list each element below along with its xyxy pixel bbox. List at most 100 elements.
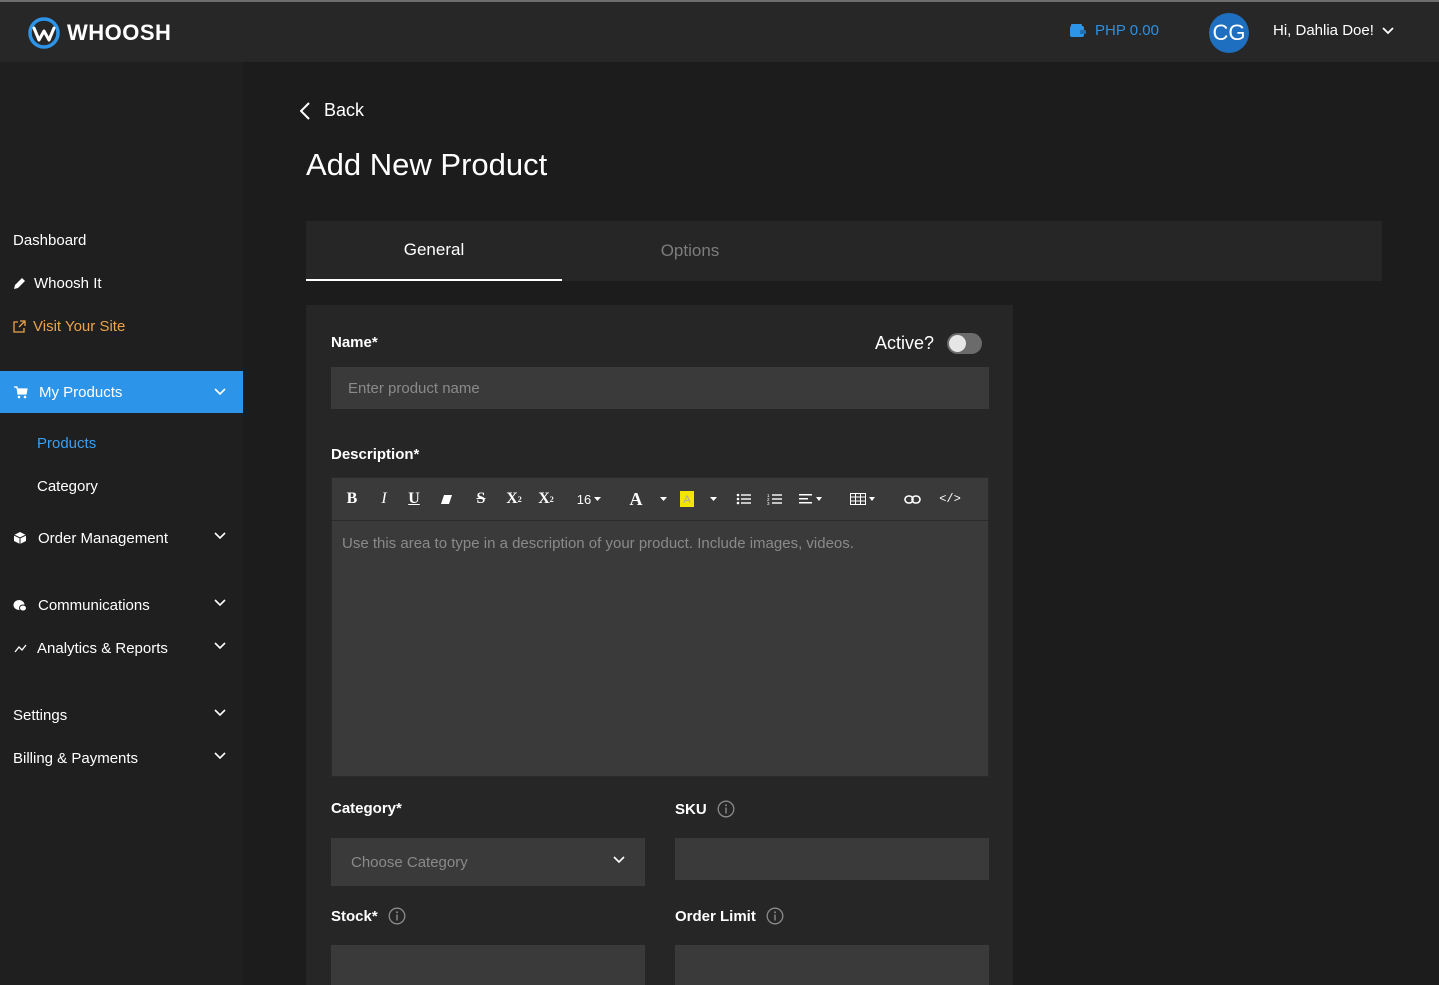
- top-bar: WHOOSH PHP 0.00 CG Hi, Dahlia Doe!: [0, 0, 1439, 62]
- highlight-icon[interactable]: A: [679, 489, 695, 509]
- product-form: Name* Active? Description* B I U S X2 X2…: [306, 305, 1013, 985]
- back-label: Back: [324, 100, 365, 120]
- caret-down-icon[interactable]: [658, 489, 668, 509]
- active-label: Active?: [875, 333, 935, 353]
- wallet-balance[interactable]: PHP 0.00: [1070, 22, 1159, 39]
- stock-input[interactable]: [331, 945, 645, 985]
- user-menu[interactable]: Hi, Dahlia Doe!: [1273, 22, 1394, 39]
- sidebar-item-communications[interactable]: Communications: [0, 594, 243, 616]
- avatar[interactable]: CG: [1209, 13, 1249, 53]
- sku-input[interactable]: [675, 838, 989, 880]
- info-icon[interactable]: [388, 907, 406, 925]
- stock-label: Stock*: [331, 907, 406, 925]
- sidebar-item-dashboard[interactable]: Dashboard: [0, 229, 243, 251]
- stock-label-text: Stock*: [331, 907, 378, 925]
- cart-icon: [14, 385, 28, 399]
- italic-icon[interactable]: I: [376, 489, 392, 509]
- eraser-icon[interactable]: [438, 489, 454, 509]
- sidebar-item-label: My Products: [39, 383, 123, 401]
- sidebar-item-order-management[interactable]: Order Management: [0, 527, 243, 549]
- chevron-down-icon: [214, 709, 226, 717]
- info-icon[interactable]: [717, 800, 735, 818]
- bullet-list-icon[interactable]: [735, 489, 751, 509]
- name-input[interactable]: [331, 367, 989, 409]
- chevron-down-icon: [1382, 26, 1394, 34]
- order-limit-label: Order Limit: [675, 907, 784, 925]
- code-view-icon[interactable]: </>: [939, 489, 961, 509]
- tab-general[interactable]: General: [306, 221, 562, 281]
- bold-icon[interactable]: B: [344, 489, 360, 509]
- align-icon[interactable]: [798, 489, 824, 509]
- sidebar-item-label: Communications: [38, 596, 150, 614]
- subscript-icon[interactable]: X2: [536, 489, 556, 509]
- logo[interactable]: WHOOSH: [28, 16, 171, 50]
- sidebar-item-label: Order Management: [38, 529, 169, 547]
- superscript-icon[interactable]: X2: [504, 489, 524, 509]
- name-label: Name*: [331, 334, 378, 351]
- box-icon: [13, 531, 27, 545]
- chevron-down-icon: [214, 642, 226, 650]
- category-label-text: Category*: [331, 800, 402, 817]
- font-size-value: 16: [576, 491, 592, 507]
- font-color-icon[interactable]: A: [628, 489, 644, 509]
- sidebar-item-visit-site[interactable]: Visit Your Site: [0, 315, 243, 337]
- order-limit-input[interactable]: [675, 945, 989, 985]
- sidebar-item-label: Settings: [13, 706, 68, 724]
- table-icon[interactable]: [850, 489, 878, 509]
- back-button[interactable]: Back: [300, 100, 364, 121]
- sku-label: SKU: [675, 800, 735, 818]
- sidebar-subitem-category[interactable]: Category: [37, 478, 98, 495]
- sidebar: Dashboard Whoosh It Visit Your Site My P…: [0, 62, 243, 985]
- sidebar-item-analytics[interactable]: Analytics & Reports: [0, 637, 243, 659]
- caret-down-icon: [594, 497, 602, 501]
- category-select[interactable]: Choose Category: [331, 838, 645, 886]
- sidebar-item-my-products[interactable]: My Products: [0, 371, 243, 413]
- whoosh-logo-icon: [28, 17, 60, 49]
- sidebar-item-label: Analytics & Reports: [37, 639, 168, 657]
- logo-text: WHOOSH: [67, 20, 172, 45]
- external-link-icon: [12, 319, 26, 333]
- description-label: Description*: [331, 446, 420, 463]
- category-label: Category*: [331, 800, 402, 817]
- chevron-down-icon: [214, 532, 226, 540]
- chevron-left-icon: [300, 101, 310, 120]
- chevron-down-icon: [214, 599, 226, 607]
- caret-down-icon[interactable]: [708, 489, 718, 509]
- chat-icon: [13, 598, 27, 612]
- sidebar-item-settings[interactable]: Settings: [0, 704, 243, 726]
- strikethrough-icon[interactable]: S: [473, 489, 489, 509]
- sku-label-text: SKU: [675, 800, 707, 818]
- chevron-down-icon: [613, 856, 625, 864]
- sidebar-item-label: Dashboard: [13, 231, 87, 249]
- sidebar-item-label: Billing & Payments: [13, 749, 139, 767]
- svg-text:A: A: [683, 494, 691, 506]
- description-placeholder: Use this area to type in a description o…: [342, 535, 854, 552]
- toggle-knob: [949, 335, 966, 352]
- sidebar-item-label: Visit Your Site: [33, 317, 126, 335]
- trend-line-icon: [13, 641, 27, 655]
- numbered-list-icon[interactable]: 123: [766, 489, 782, 509]
- chevron-down-icon: [214, 388, 226, 396]
- category-placeholder: Choose Category: [351, 853, 468, 871]
- active-toggle[interactable]: [947, 333, 982, 354]
- info-icon[interactable]: [766, 907, 784, 925]
- tab-bar: General Options: [306, 221, 1382, 281]
- editor-toolbar: B I U S X2 X2 16 A A 1 2 3 </>: [332, 478, 988, 521]
- link-icon[interactable]: [903, 489, 921, 509]
- description-editor[interactable]: B I U S X2 X2 16 A A 1 2 3 </> Use this …: [331, 477, 989, 777]
- wallet-balance-text: PHP 0.00: [1095, 22, 1159, 39]
- sidebar-item-label: Whoosh It: [34, 274, 102, 292]
- page-title: Add New Product: [306, 147, 548, 182]
- sidebar-subitem-products[interactable]: Products: [37, 435, 96, 452]
- font-size-select[interactable]: 16: [574, 489, 604, 509]
- order-limit-label-text: Order Limit: [675, 907, 756, 925]
- svg-text:3: 3: [767, 501, 770, 505]
- wallet-icon: [1070, 23, 1086, 37]
- sidebar-item-billing[interactable]: Billing & Payments: [0, 747, 243, 769]
- greeting-text: Hi, Dahlia Doe!: [1273, 22, 1374, 39]
- sidebar-item-whoosh-it[interactable]: Whoosh It: [0, 272, 243, 294]
- pencil-icon: [12, 276, 26, 290]
- tab-options[interactable]: Options: [562, 221, 818, 281]
- underline-icon[interactable]: U: [406, 489, 422, 509]
- chevron-down-icon: [214, 752, 226, 760]
